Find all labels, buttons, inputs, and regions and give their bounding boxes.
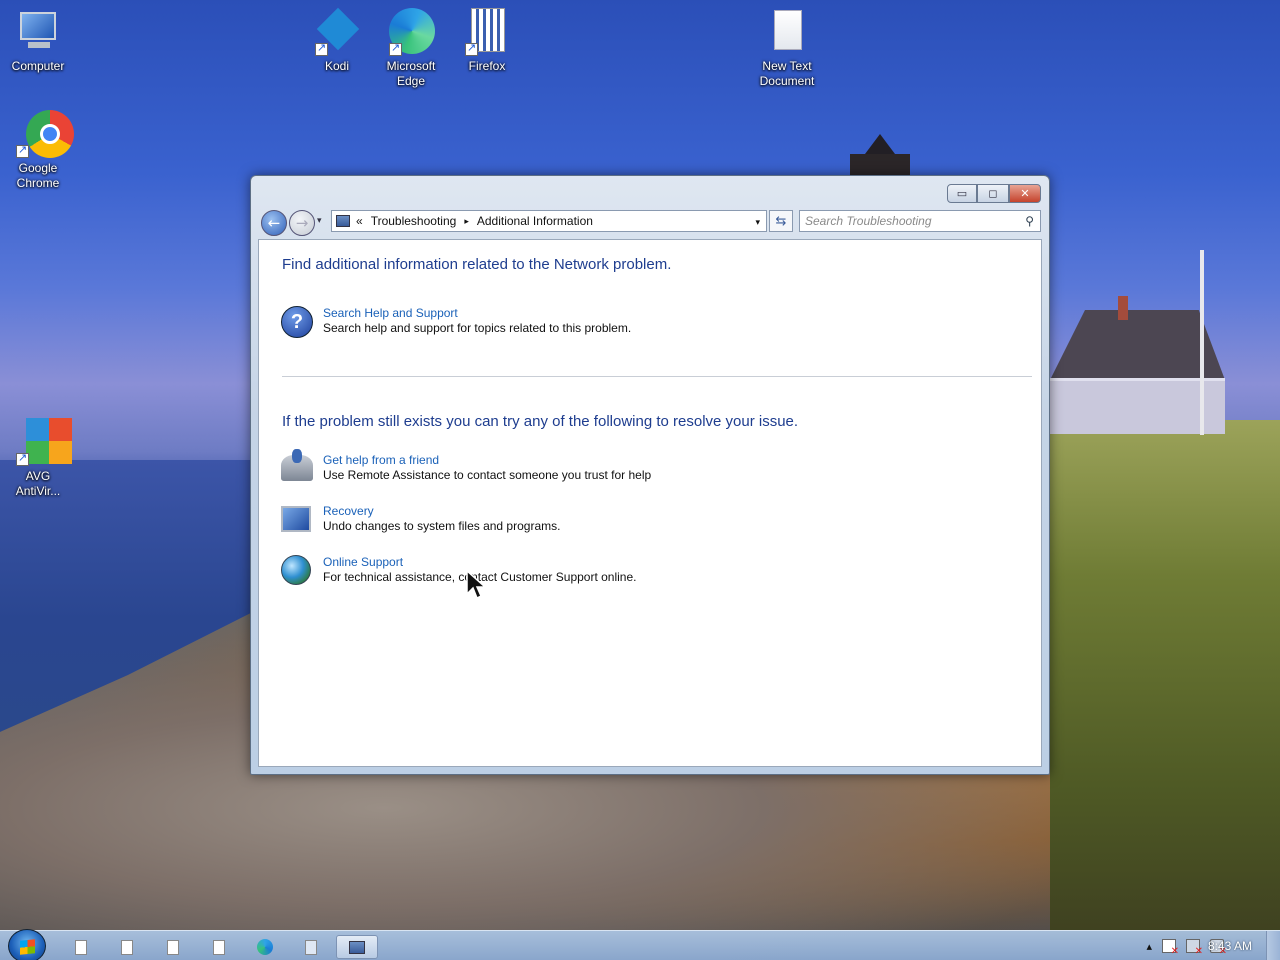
desktop-icon-label: Kodi — [324, 59, 350, 73]
network-icon[interactable] — [1186, 939, 1203, 957]
desktop-icon-computer[interactable]: Computer — [0, 8, 76, 74]
desktop-icon-google-chrome[interactable]: Google Chrome — [0, 110, 76, 191]
online-support-link[interactable]: Online Support — [323, 555, 637, 570]
show-desktop-button[interactable] — [1266, 931, 1280, 960]
taskbar-item-notepad[interactable] — [290, 935, 332, 959]
show-hidden-icons-button[interactable]: ▴ — [1146, 940, 1152, 953]
taskbar-item-troubleshooting[interactable] — [336, 935, 378, 959]
window-controls: ▭ ◻ ✕ — [947, 184, 1041, 203]
back-arrow-icon: ← — [267, 214, 281, 232]
address-dropdown-icon[interactable]: ▾ — [755, 217, 760, 228]
document-icon — [213, 939, 225, 955]
taskbar-item-document-4[interactable] — [198, 935, 240, 959]
globe-icon — [281, 555, 315, 589]
taskbar-item-document-1[interactable] — [60, 935, 102, 959]
get-help-friend-item[interactable]: Get help from a friend Use Remote Assist… — [281, 449, 652, 487]
search-icon[interactable]: ⚲ — [1025, 214, 1034, 228]
maximize-button[interactable]: ◻ — [977, 184, 1009, 203]
desktop-icon-new-text-document[interactable]: New Text Document — [749, 8, 825, 89]
edge-icon — [257, 939, 273, 955]
refresh-icon: ⇆ — [775, 213, 787, 229]
recovery-icon — [281, 504, 315, 538]
firefox-icon — [463, 8, 511, 56]
edge-icon — [387, 8, 435, 56]
recovery-link[interactable]: Recovery — [323, 504, 560, 519]
forward-button[interactable]: → — [289, 210, 315, 236]
text-file-icon — [763, 8, 811, 56]
breadcrumb-separator[interactable]: ▸ — [464, 216, 469, 227]
recovery-description: Undo changes to system files and program… — [323, 519, 561, 533]
document-icon — [75, 939, 87, 955]
content-pane: Find additional information related to t… — [258, 239, 1042, 767]
wallpaper-lighthouse — [845, 128, 915, 176]
kodi-icon — [313, 7, 361, 56]
desktop-icon-label: Google — [18, 161, 58, 175]
search-box[interactable]: Search Troubleshooting ⚲ — [799, 210, 1041, 232]
document-icon — [167, 939, 179, 955]
desktop-icon-label: Chrome — [16, 176, 60, 190]
desktop-icon-kodi[interactable]: Kodi — [299, 7, 375, 74]
avg-icon — [14, 418, 72, 466]
mouse-cursor-icon — [466, 570, 486, 600]
search-help-support-link[interactable]: Search Help and Support — [323, 306, 631, 321]
desktop-icon-firefox[interactable]: Firefox — [449, 8, 525, 74]
chrome-icon — [14, 110, 74, 158]
back-button[interactable]: ← — [261, 210, 287, 236]
heading-additional-info: Find additional information related to t… — [282, 256, 672, 273]
taskbar-item-document-3[interactable] — [152, 935, 194, 959]
control-panel-icon — [336, 215, 350, 227]
clock[interactable]: 8:43 AM — [1208, 939, 1252, 953]
troubleshooting-window: ▭ ◻ ✕ ← → ▾ « Troubleshooting ▸ Addition… — [250, 175, 1050, 775]
get-help-friend-description: Use Remote Assistance to contact someone… — [323, 468, 652, 482]
action-center-icon[interactable] — [1162, 939, 1179, 957]
desktop-icon-label: Document — [759, 74, 815, 88]
recovery-item[interactable]: Recovery Undo changes to system files an… — [281, 504, 560, 538]
desktop-icon-label: Microsoft — [386, 59, 436, 73]
close-button[interactable]: ✕ — [1009, 184, 1041, 203]
start-button[interactable] — [8, 929, 46, 960]
address-bar[interactable]: « Troubleshooting ▸ Additional Informati… — [331, 210, 767, 232]
desktop-icon-label: New Text — [762, 59, 812, 73]
control-panel-icon — [349, 940, 365, 954]
document-icon — [121, 939, 133, 955]
online-support-item[interactable]: Online Support For technical assistance,… — [281, 555, 637, 589]
taskbar-item-document-2[interactable] — [106, 935, 148, 959]
taskbar-item-edge[interactable] — [244, 935, 286, 959]
search-help-support-item[interactable]: ? Search Help and Support Search help an… — [281, 306, 631, 340]
notepad-icon — [305, 939, 317, 955]
forward-arrow-icon: → — [295, 214, 309, 232]
heading-resolve-issue: If the problem still exists you can try … — [282, 413, 799, 430]
recent-pages-dropdown[interactable]: ▾ — [317, 216, 322, 226]
wallpaper-pole — [1200, 250, 1204, 435]
desktop-icon-avg-antivirus[interactable]: AVG AntiVir... — [0, 418, 76, 499]
desktop-icon-label: Firefox — [468, 59, 506, 73]
breadcrumb-additional-information[interactable]: Additional Information — [477, 214, 593, 228]
search-help-support-description: Search help and support for topics relat… — [323, 321, 632, 335]
minimize-button[interactable]: ▭ — [947, 184, 977, 203]
desktop-icon-label: Computer — [11, 59, 65, 73]
computer-icon — [14, 8, 62, 56]
get-help-friend-link[interactable]: Get help from a friend — [323, 453, 651, 468]
desktop-icon-label: Edge — [396, 74, 426, 88]
search-input[interactable]: Search Troubleshooting — [805, 214, 932, 228]
remote-assistance-icon — [281, 449, 315, 487]
breadcrumb-troubleshooting[interactable]: Troubleshooting — [371, 214, 457, 228]
desktop-icon-label: AntiVir... — [15, 484, 61, 498]
wallpaper-field — [1050, 420, 1280, 940]
divider — [282, 376, 1032, 377]
refresh-button[interactable]: ⇆ — [769, 210, 793, 232]
desktop-icon-label: AVG — [25, 469, 51, 483]
desktop-icon-microsoft-edge[interactable]: Microsoft Edge — [373, 8, 449, 89]
navigation-bar: ← → ▾ « Troubleshooting ▸ Additional Inf… — [259, 208, 1043, 236]
taskbar: ▴ 8:43 AM — [0, 929, 1280, 960]
help-question-icon: ? — [281, 306, 315, 340]
breadcrumb-overflow[interactable]: « — [356, 214, 363, 228]
